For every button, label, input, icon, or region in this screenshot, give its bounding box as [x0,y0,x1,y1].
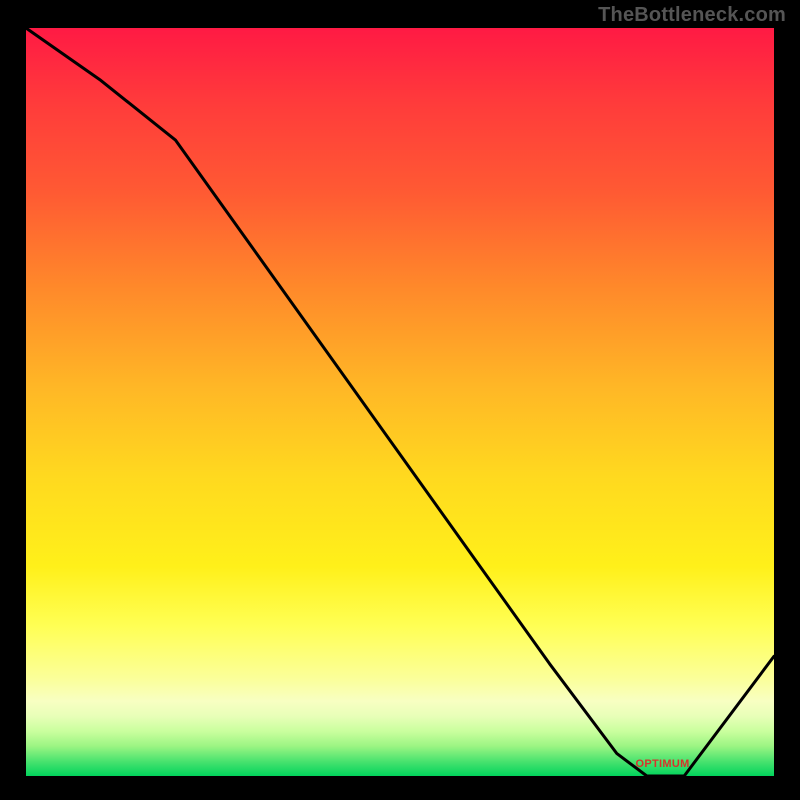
watermark-text: TheBottleneck.com [598,4,786,27]
bottleneck-curve [26,28,774,776]
frame-border [0,776,800,800]
optimum-label: OPTIMUM [636,758,690,770]
frame-border [0,0,26,800]
plot-area: OPTIMUM [26,28,774,776]
frame-border [774,0,800,800]
chart-stage: OPTIMUM TheBottleneck.com [0,0,800,800]
plot-frame: OPTIMUM [26,28,774,776]
